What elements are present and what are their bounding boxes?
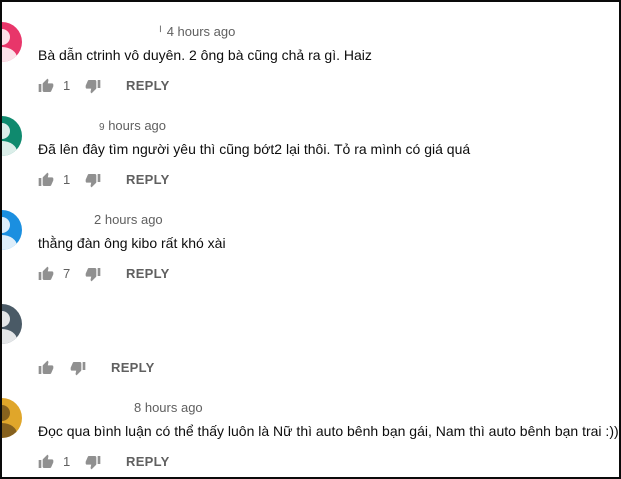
comment-actions: 1 REPLY: [38, 170, 238, 190]
avatar[interactable]: [2, 210, 22, 250]
comment-actions: 1 REPLY: [38, 76, 238, 96]
comment-actions: 1 REPLY: [38, 452, 238, 472]
meta-separator: ╵: [157, 27, 167, 39]
avatar-body-shape: [2, 47, 17, 62]
avatar-head-shape: [2, 217, 10, 233]
reply-button[interactable]: REPLY: [126, 454, 170, 469]
comment-text: Đã lên đây tìm người yêu thì cũng bớt2 l…: [38, 141, 471, 157]
comments-panel: ╵ 4 hours ago Bà dẫn ctrinh vô duyên. 2 …: [0, 0, 621, 479]
avatar-head-shape: [2, 123, 10, 139]
thumbs-up-icon[interactable]: [38, 360, 54, 376]
thumbs-down-icon[interactable]: [70, 360, 86, 376]
thumbs-down-icon[interactable]: [85, 172, 101, 188]
avatar[interactable]: [2, 116, 22, 156]
reply-button[interactable]: REPLY: [126, 172, 170, 187]
thumbs-down-icon[interactable]: [85, 78, 101, 94]
avatar[interactable]: [2, 304, 22, 344]
thumbs-up-icon[interactable]: [38, 78, 54, 94]
comment-actions: REPLY: [38, 358, 238, 378]
comment-item: ╵ 4 hours ago Bà dẫn ctrinh vô duyên. 2 …: [2, 2, 619, 96]
comment-item: 8 hours ago Đọc qua bình luận có thể thấ…: [2, 378, 619, 472]
reply-button[interactable]: REPLY: [126, 266, 170, 281]
reply-button[interactable]: REPLY: [111, 360, 155, 375]
reply-button[interactable]: REPLY: [126, 78, 170, 93]
comment-time-text: hours ago: [108, 118, 167, 133]
comment-item: REPLY: [2, 284, 619, 378]
like-count: 1: [63, 78, 71, 93]
comment-text: Bà dẫn ctrinh vô duyên. 2 ông bà cũng ch…: [38, 47, 372, 63]
comment-timestamp[interactable]: 2 hours ago: [94, 212, 163, 227]
comment-timestamp[interactable]: 9 hours ago: [99, 118, 166, 133]
comment-text: thằng đàn ông kibo rất khó xài: [38, 235, 226, 251]
comment-actions: 7 REPLY: [38, 264, 238, 284]
avatar[interactable]: [2, 22, 22, 62]
comment-item: 9 hours ago Đã lên đây tìm người yêu thì…: [2, 96, 619, 190]
comment-text: Đọc qua bình luận có thể thấy luôn là Nữ…: [38, 423, 621, 439]
thumbs-up-icon[interactable]: [38, 454, 54, 470]
comment-item: 2 hours ago thằng đàn ông kibo rất khó x…: [2, 190, 619, 284]
thumbs-up-icon[interactable]: [38, 172, 54, 188]
avatar-body-shape: [2, 329, 17, 344]
thumbs-down-icon[interactable]: [85, 454, 101, 470]
comment-timestamp[interactable]: ╵ 4 hours ago: [157, 24, 235, 39]
like-count: 7: [63, 266, 71, 281]
thumbs-down-icon[interactable]: [85, 266, 101, 282]
comment-time-text: 4 hours ago: [166, 24, 236, 39]
avatar[interactable]: [2, 398, 22, 438]
avatar-head-shape: [2, 405, 10, 421]
avatar-head-shape: [2, 29, 10, 45]
comment-timestamp[interactable]: 8 hours ago: [134, 400, 203, 415]
avatar-body-shape: [2, 235, 17, 250]
avatar-body-shape: [2, 423, 17, 438]
avatar-head-shape: [2, 311, 10, 327]
thumbs-up-icon[interactable]: [38, 266, 54, 282]
avatar-body-shape: [2, 141, 17, 156]
comment-time-prefix: 9: [99, 122, 105, 133]
like-count: 1: [63, 172, 71, 187]
like-count: 1: [63, 454, 71, 469]
